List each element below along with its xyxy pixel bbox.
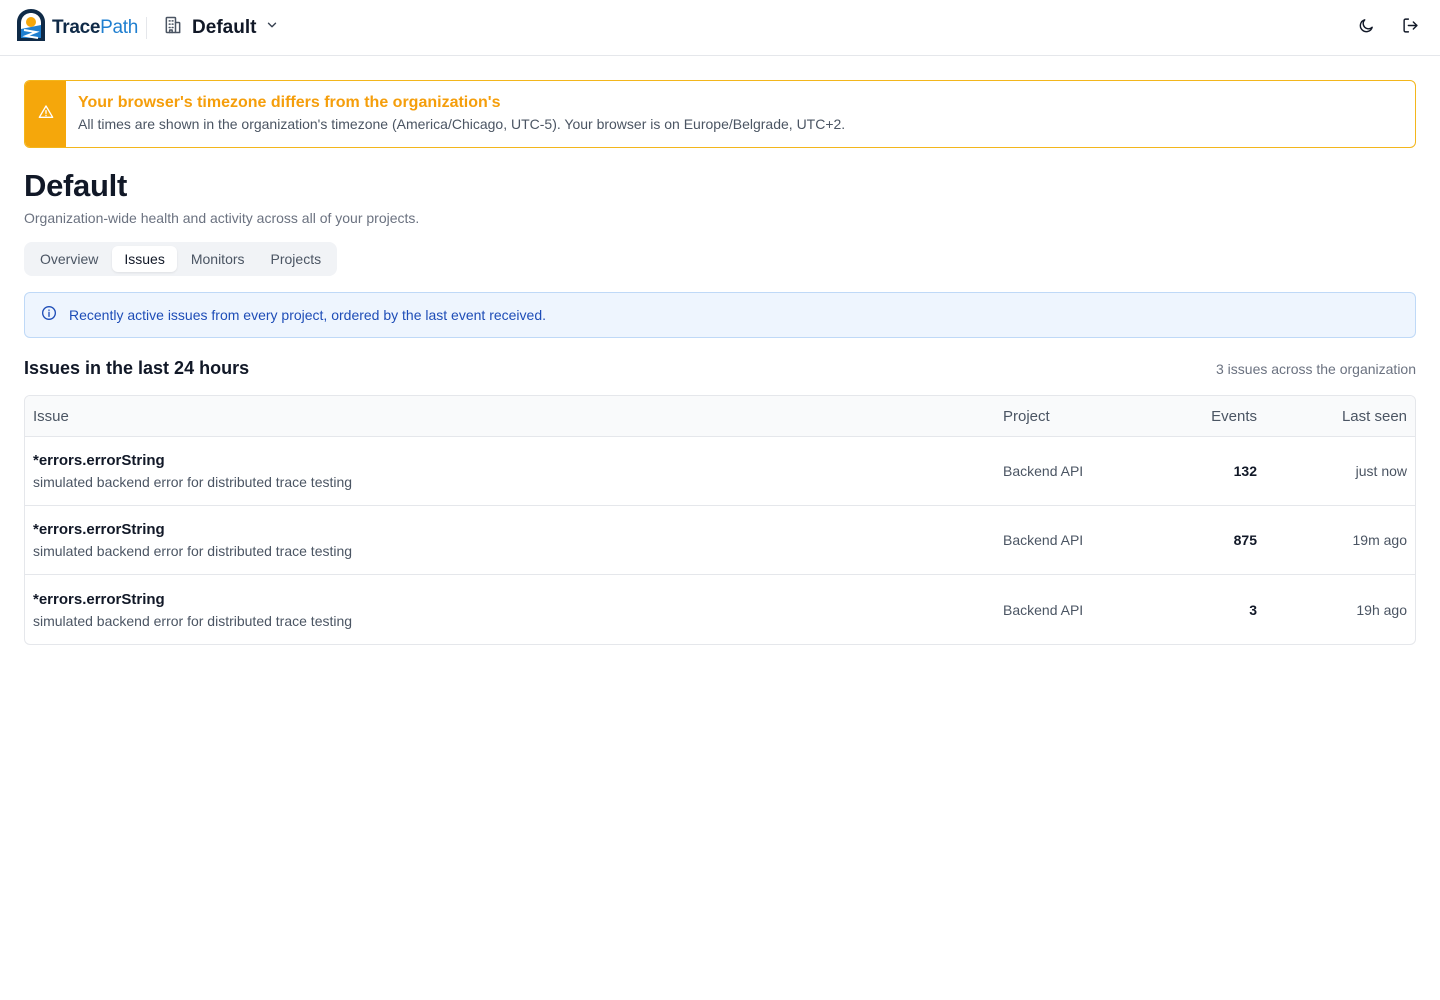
issue-events: 875 — [1233, 532, 1257, 548]
page-title: Default — [24, 168, 127, 203]
issue-project: Backend API — [1003, 463, 1084, 479]
brand[interactable]: TracePath — [16, 8, 142, 47]
issues-table: Issue Project Events Last seen *errors.e… — [24, 395, 1416, 645]
issue-title: *errors.errorString — [33, 452, 165, 469]
column-header-last-seen: Last seen — [1341, 407, 1407, 425]
logout-button[interactable] — [1396, 14, 1424, 42]
column-header-project: Project — [1003, 407, 1050, 425]
info-text: Recently active issues from every projec… — [69, 307, 546, 323]
tab-bar: Overview Issues Monitors Projects — [24, 242, 338, 276]
header-actions — [1352, 0, 1424, 56]
timezone-warning-banner: Your browser's timezone differs from the… — [24, 80, 1416, 148]
warning-stripe — [25, 81, 66, 147]
table-row[interactable]: *errors.errorString simulated backend er… — [25, 506, 1415, 575]
logout-icon — [1402, 17, 1419, 39]
issue-title: *errors.errorString — [33, 521, 165, 538]
issue-project: Backend API — [1003, 601, 1084, 618]
column-header-events: Events — [1211, 407, 1257, 425]
table-row[interactable]: *errors.errorString simulated backend er… — [25, 575, 1415, 644]
org-name: Default — [192, 16, 257, 38]
issue-count: 3 issues across the organization — [1216, 360, 1416, 377]
top-bar: TracePath Default — [0, 0, 1440, 56]
warning-text: All times are shown in the organization'… — [78, 116, 846, 132]
theme-toggle-button[interactable] — [1352, 14, 1380, 42]
tab-overview[interactable]: Overview — [28, 246, 110, 272]
issue-last-seen: 19h ago — [1356, 601, 1407, 618]
issue-last-seen: just now — [1355, 463, 1407, 479]
logo-icon — [16, 8, 46, 47]
issue-events: 3 — [1249, 601, 1257, 618]
info-circle-icon — [41, 305, 57, 326]
main-content: Your browser's timezone differs from the… — [0, 56, 1440, 645]
issue-events: 132 — [1233, 463, 1257, 479]
issues-section-header: Issues in the last 24 hours 3 issues acr… — [24, 358, 1416, 379]
brand-name-secondary: Path — [100, 16, 139, 38]
header-divider — [146, 16, 148, 39]
warning-triangle-icon — [38, 104, 54, 125]
warning-title: Your browser's timezone differs from the… — [78, 94, 501, 111]
issue-project: Backend API — [1003, 532, 1084, 548]
issue-message: simulated backend error for distributed … — [33, 612, 353, 629]
issue-message: simulated backend error for distributed … — [33, 474, 353, 490]
brand-name-primary: Trace — [52, 16, 101, 38]
tab-projects[interactable]: Projects — [259, 246, 334, 272]
chevron-down-icon — [265, 18, 279, 37]
tab-monitors[interactable]: Monitors — [179, 246, 257, 272]
column-header-issue: Issue — [33, 407, 69, 425]
section-title: Issues in the last 24 hours — [24, 358, 250, 378]
issue-message: simulated backend error for distributed … — [33, 543, 353, 559]
issue-title: *errors.errorString — [33, 590, 165, 608]
page-subtitle: Organization-wide health and activity ac… — [24, 210, 420, 226]
moon-icon — [1358, 17, 1375, 39]
org-switcher[interactable]: Default — [163, 15, 279, 40]
tab-issues[interactable]: Issues — [112, 246, 177, 272]
table-row[interactable]: *errors.errorString simulated backend er… — [25, 437, 1415, 506]
info-banner: Recently active issues from every projec… — [24, 292, 1416, 338]
building-icon — [163, 15, 183, 40]
issue-last-seen: 19m ago — [1352, 532, 1407, 548]
table-header: Issue Project Events Last seen — [25, 396, 1415, 437]
